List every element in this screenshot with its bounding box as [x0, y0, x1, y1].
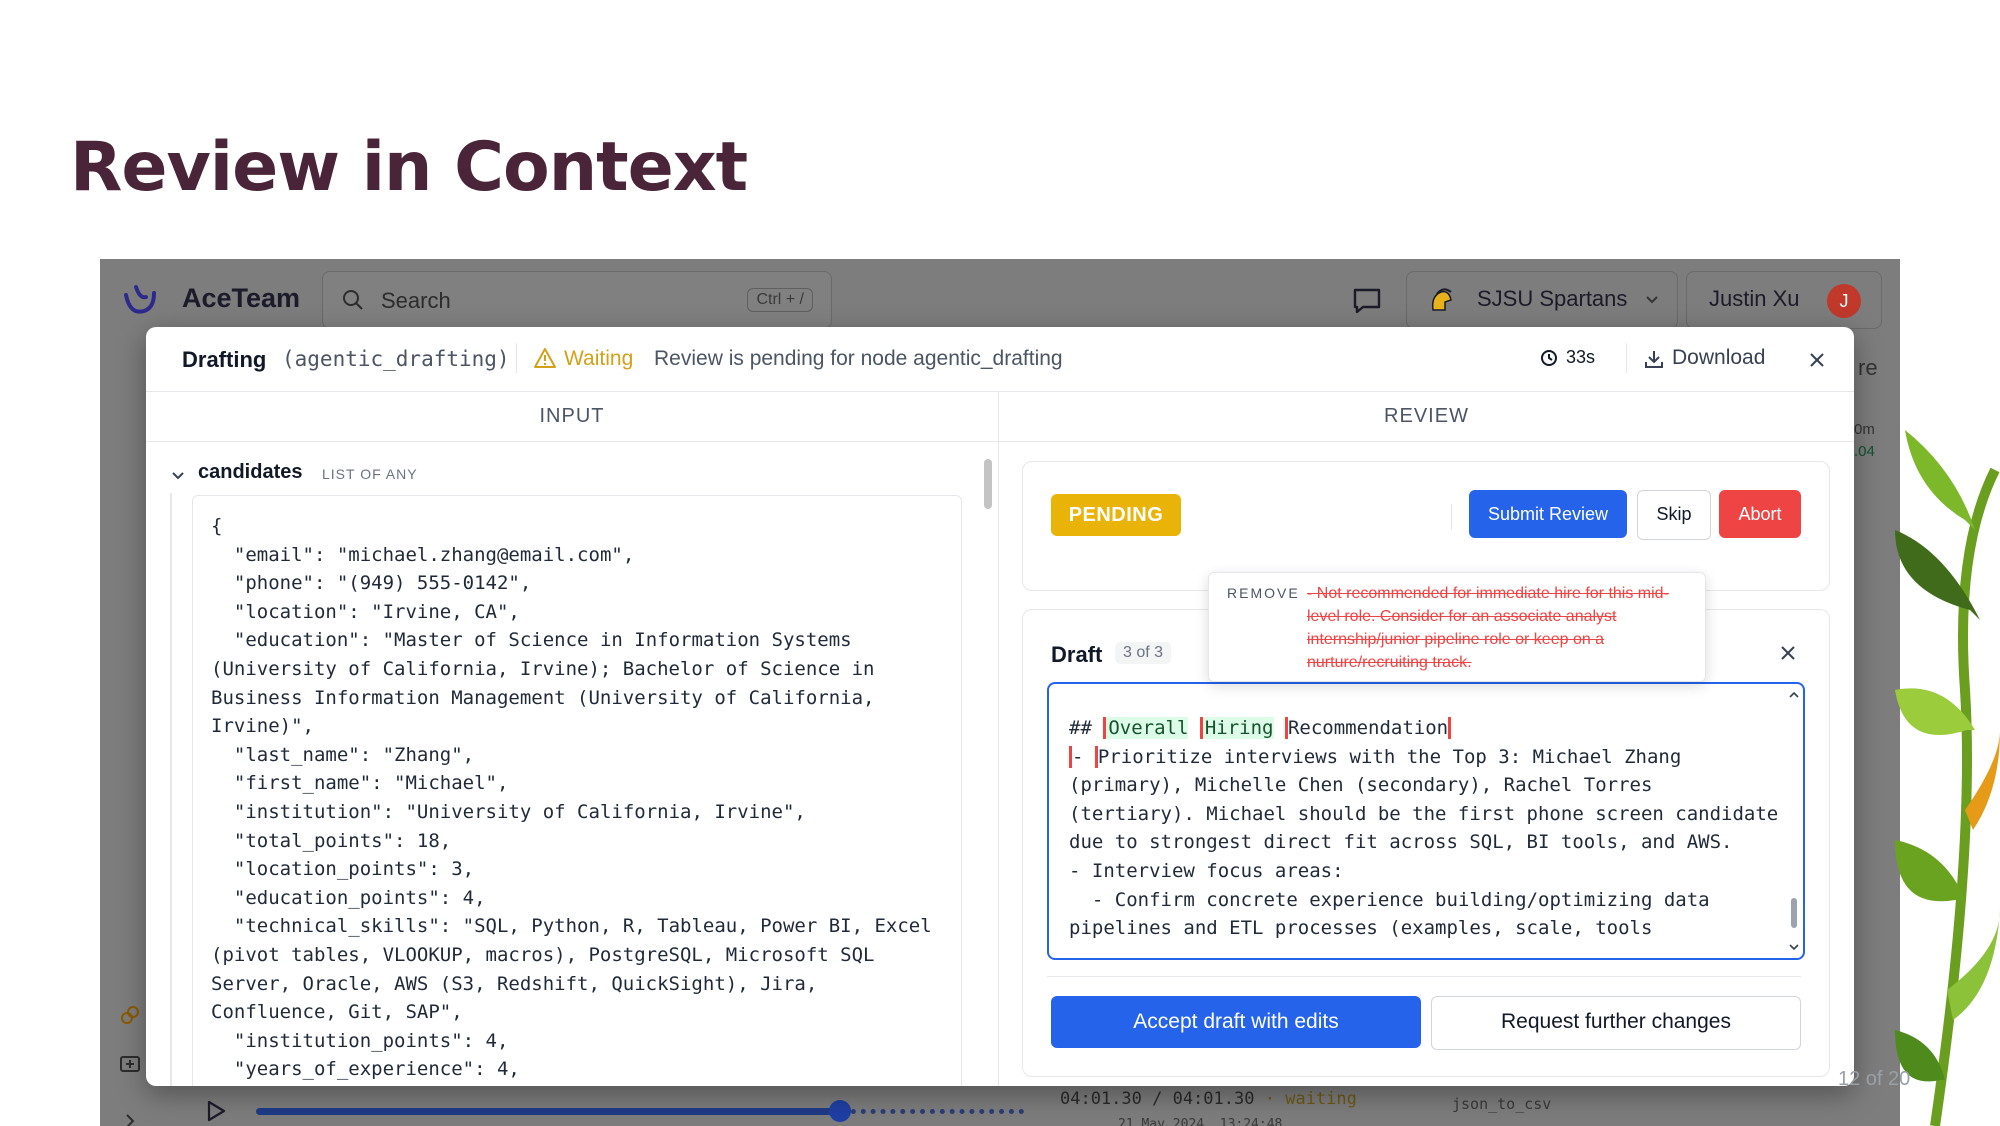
accept-draft-button[interactable]: Accept draft with edits [1051, 996, 1421, 1048]
add-comment-icon[interactable] [118, 1053, 142, 1077]
chat-icon[interactable] [1352, 287, 1382, 315]
submit-review-button[interactable]: Submit Review [1469, 490, 1627, 538]
divider [1451, 504, 1452, 530]
node-id: (agentic_drafting) [282, 347, 510, 371]
chevron-down-icon[interactable] [170, 467, 186, 483]
json-viewer: { "email": "michael.zhang@email.com", "p… [192, 495, 962, 1086]
review-column-header: REVIEW [999, 391, 1854, 442]
search-placeholder: Search [381, 288, 451, 313]
playback-track-remaining [841, 1109, 1024, 1119]
abort-button[interactable]: Abort [1719, 490, 1801, 538]
warning-icon [534, 348, 556, 368]
close-icon[interactable] [1779, 644, 1797, 662]
field-type: LIST OF ANY [322, 466, 418, 482]
deletion-marker: - [1069, 745, 1095, 768]
background-text: re [1858, 355, 1878, 380]
scrollbar[interactable] [984, 447, 992, 1077]
search-input[interactable]: Search Ctrl + / [322, 271, 832, 329]
modal-title: Drafting [182, 347, 267, 372]
status-message: Review is pending for node agentic_draft… [654, 347, 1063, 370]
page-number: 12 of 20 [1838, 1068, 1911, 1090]
draft-text[interactable]: ## Overall Hiring Recommendation - Prior… [1069, 714, 1790, 943]
team-selector[interactable]: SJSU Spartans [1406, 271, 1678, 329]
request-changes-button[interactable]: Request further changes [1431, 996, 1801, 1050]
modal-header: Drafting (agentic_drafting) Waiting Revi… [146, 327, 1854, 392]
draft-count-badge: 3 of 3 [1115, 642, 1172, 664]
download-icon[interactable] [1644, 349, 1664, 369]
link-icon[interactable] [118, 1003, 142, 1027]
scrollbar-thumb[interactable] [1791, 898, 1797, 928]
search-icon [343, 290, 363, 310]
user-name: Justin Xu [1709, 286, 1800, 311]
status-badge: PENDING [1051, 494, 1181, 536]
clock-icon [1541, 350, 1557, 366]
search-shortcut: Ctrl + / [747, 288, 813, 312]
spartan-helmet-icon [1431, 288, 1452, 311]
chevron-right-icon[interactable] [118, 1109, 142, 1126]
playback-scrubber[interactable] [829, 1100, 851, 1122]
node-label: json_to_csv [1452, 1095, 1552, 1113]
aceteam-logo-icon [124, 285, 156, 314]
skip-button[interactable]: Skip [1637, 490, 1711, 540]
popover-label: REMOVE [1227, 585, 1300, 601]
slide-title: Review in Context [70, 128, 748, 207]
decorative-plant [1895, 430, 2000, 1126]
scrollbar-thumb[interactable] [984, 459, 992, 509]
background-text: 0m [1854, 421, 1875, 438]
review-modal: Drafting (agentic_drafting) Waiting Revi… [146, 327, 1854, 1086]
scroll-up-icon[interactable] [1789, 690, 1799, 700]
edited-text: Recommendation [1284, 717, 1452, 739]
divider [516, 343, 517, 373]
draft-body: Prioritize interviews with the Top 3: Mi… [1069, 745, 1790, 940]
removal-popover: REMOVE - Not recommended for immediate h… [1208, 572, 1706, 682]
elapsed-time: 33s [1566, 347, 1596, 367]
close-icon[interactable] [1808, 351, 1826, 369]
input-column-header: INPUT [146, 391, 998, 442]
inserted-text: Overall [1103, 717, 1189, 739]
playback-progress[interactable] [256, 1108, 841, 1115]
json-text: { "email": "michael.zhang@email.com", "p… [211, 515, 932, 1081]
scrollbar[interactable] [1789, 690, 1799, 952]
play-icon[interactable] [206, 1100, 226, 1122]
draft-title: Draft [1051, 642, 1103, 667]
column-divider [998, 391, 999, 1086]
tree-guide [170, 493, 172, 1086]
inserted-text: Hiring [1199, 717, 1274, 739]
divider [1626, 343, 1627, 373]
draft-editor[interactable]: ## Overall Hiring Recommendation - Prior… [1047, 682, 1805, 960]
download-button[interactable]: Download [1672, 346, 1765, 370]
field-name[interactable]: candidates [198, 461, 302, 484]
user-menu[interactable]: Justin Xu J [1686, 271, 1882, 329]
avatar: J [1827, 284, 1861, 318]
status-label: Waiting [564, 347, 634, 370]
divider [1047, 976, 1801, 977]
team-name: SJSU Spartans [1477, 286, 1628, 311]
background-text: .04 [1854, 443, 1875, 460]
removed-text: - Not recommended for immediate hire for… [1307, 585, 1669, 671]
timestamp: 21 May 2024, 13:24:48 [1118, 1117, 1283, 1126]
scroll-down-icon[interactable] [1789, 942, 1799, 952]
chevron-down-icon [1646, 296, 1658, 304]
playback-timecode: 04:01.30 / 04:01.30 · waiting [1060, 1089, 1357, 1109]
brand-name: AceTeam [182, 283, 301, 313]
